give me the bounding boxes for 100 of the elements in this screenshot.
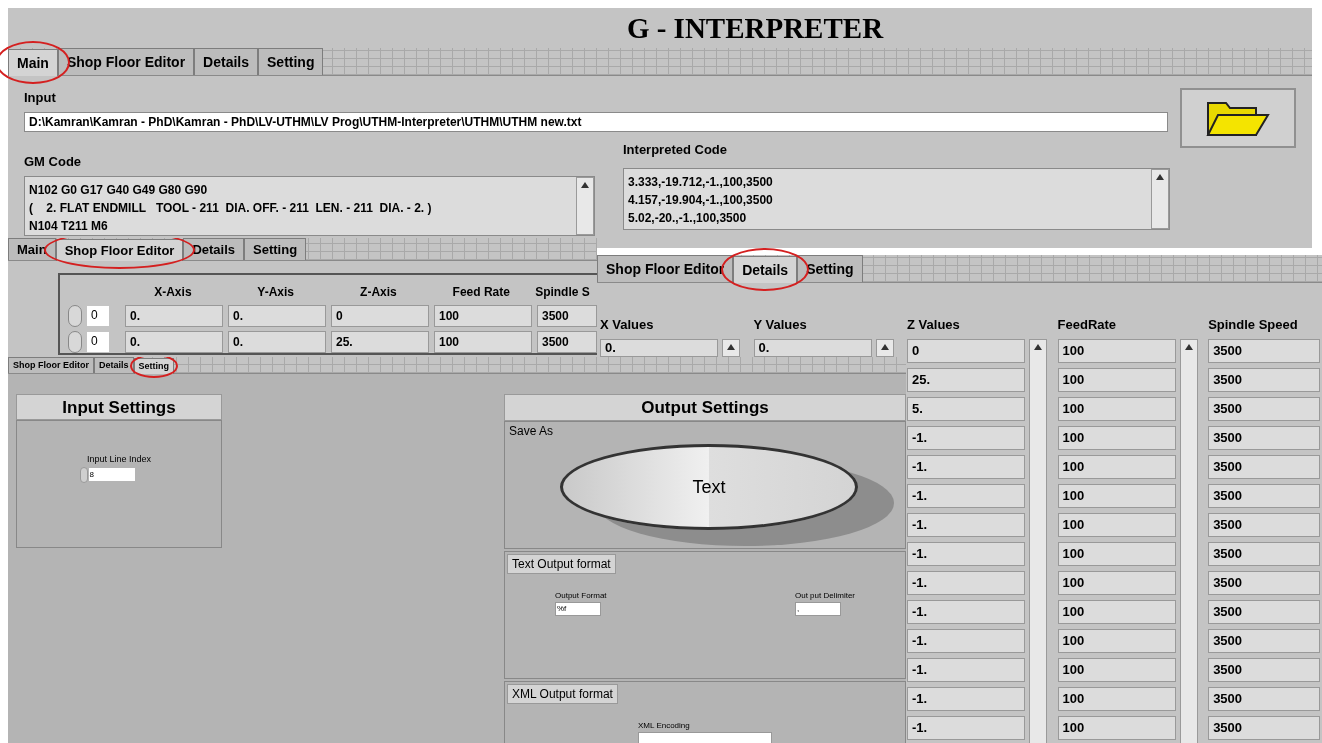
column-header: FeedRate	[1057, 316, 1118, 334]
number-field[interactable]: 8	[88, 468, 135, 481]
scroll-up-icon[interactable]	[581, 181, 589, 188]
tab[interactable]: Setting	[133, 358, 174, 374]
value-cell[interactable]: 100	[1057, 455, 1176, 479]
value-cell[interactable]: 0.	[600, 339, 718, 357]
tab[interactable]: Details	[733, 256, 798, 283]
column-header: X-Axis	[153, 284, 193, 301]
value-cell[interactable]: 100	[1057, 687, 1176, 711]
value-cell[interactable]: 25.	[907, 368, 1026, 392]
table-cell[interactable]: 0	[331, 305, 429, 327]
table-cell[interactable]: 100	[434, 305, 532, 327]
value-cell[interactable]: 100	[1057, 397, 1176, 421]
index-field[interactable]: 0	[87, 306, 109, 326]
value-cell[interactable]: 3500	[1208, 629, 1321, 653]
value-cell[interactable]: 3500	[1208, 542, 1321, 566]
value-cell[interactable]: 0	[907, 339, 1026, 363]
scroll-up-icon[interactable]	[1034, 344, 1043, 350]
value-cell[interactable]: 3500	[1208, 339, 1321, 363]
value-cell[interactable]: 3500	[1208, 368, 1321, 392]
table-cell[interactable]: 0.	[125, 331, 223, 353]
value-cell[interactable]: -1.	[907, 658, 1026, 682]
value-cell[interactable]: -1.	[907, 716, 1026, 740]
text-field[interactable]: %f	[555, 602, 601, 616]
value-cell[interactable]: -1.	[907, 455, 1026, 479]
value-cell[interactable]: 100	[1057, 629, 1176, 653]
table-cell[interactable]: 3500	[537, 331, 597, 353]
tab[interactable]: Setting	[244, 238, 307, 260]
table-cell[interactable]: 3500	[537, 305, 597, 327]
path-field[interactable]: D:\Kamran\Kamran - PhD\Kamran - PhD\LV-UTHM\LV Prog\UTHM-Interpreter\UTHM\UTHM new.txt	[24, 111, 1168, 132]
folder-icon	[1206, 99, 1270, 137]
value-cell[interactable]: 100	[1057, 542, 1176, 566]
value-cell[interactable]: 3500	[1208, 687, 1321, 711]
table-cell[interactable]: 0.	[228, 331, 326, 353]
scrollbar[interactable]	[1029, 339, 1048, 743]
value-cell[interactable]: 3500	[1208, 397, 1321, 421]
section-title: Output Settings	[504, 394, 906, 421]
value-cell[interactable]: -1.	[907, 542, 1026, 566]
value-cell[interactable]: 3500	[1208, 716, 1321, 740]
value-cell[interactable]: 3500	[1208, 426, 1321, 450]
value-cell[interactable]: 3500	[1208, 600, 1321, 624]
code-line: ( 2. FLAT ENDMILL TOOL - 211 DIA. OFF. - 211 LEN. - 211 DIA. - 2. )	[29, 199, 433, 217]
value-cell[interactable]: 100	[1057, 513, 1176, 537]
value-cell[interactable]: 100	[1057, 368, 1176, 392]
column-header: X Values	[600, 316, 655, 334]
table-cell[interactable]: 25.	[331, 331, 429, 353]
value-cell[interactable]: 3500	[1208, 455, 1321, 479]
column-header: Z-Axis	[359, 284, 398, 301]
code-line: 4.157,-19.904,-1.,100,3500	[628, 191, 774, 209]
scroll-up-icon[interactable]	[1156, 173, 1164, 180]
value-cell[interactable]: -1.	[907, 600, 1026, 624]
scroll-up-icon[interactable]	[727, 344, 735, 350]
table-cell[interactable]: 100	[434, 331, 532, 353]
folder-button[interactable]	[1180, 88, 1296, 148]
value-cell[interactable]: 3500	[1208, 571, 1321, 595]
column-header: Spindle S	[535, 284, 591, 301]
value-cell[interactable]: 100	[1057, 716, 1176, 740]
value-cell[interactable]: 3500	[1208, 484, 1321, 508]
table-cell[interactable]: 0.	[125, 305, 223, 327]
value-cell[interactable]: 3500	[1208, 658, 1321, 682]
value-cell[interactable]: -1.	[907, 513, 1026, 537]
tab[interactable]: Shop Floor Editor	[55, 239, 184, 261]
table-cell[interactable]: 0.	[228, 305, 326, 327]
code-line: N102 G0 G17 G40 G49 G80 G90	[29, 181, 209, 199]
value-cell[interactable]: -1.	[907, 426, 1026, 450]
tab[interactable]: Details	[194, 48, 259, 75]
highlight-ring	[129, 357, 178, 378]
value-cell[interactable]: -1.	[907, 629, 1026, 653]
text-field[interactable]: ,	[794, 602, 841, 616]
value-cell[interactable]: 100	[1057, 426, 1176, 450]
field-label: Input Line Index	[86, 453, 152, 466]
value-cell[interactable]: -1.	[907, 484, 1026, 508]
section-title: XML Output format	[507, 684, 618, 704]
code-line: 5.02,-20.,-1.,100,3500	[628, 209, 748, 227]
tab[interactable]: Shop Floor Editor	[8, 357, 94, 373]
column-header: Z Values	[907, 316, 961, 334]
value-cell[interactable]: 100	[1057, 658, 1176, 682]
value-cell[interactable]: 3500	[1208, 513, 1321, 537]
value-cell[interactable]: 100	[1057, 484, 1176, 508]
value-cell[interactable]: 100	[1057, 339, 1176, 363]
tab[interactable]: Setting	[258, 48, 324, 75]
value-cell[interactable]: 5.	[907, 397, 1026, 421]
scrollbar[interactable]	[1179, 339, 1198, 743]
scrollbar[interactable]	[722, 339, 740, 357]
value-cell[interactable]: 0.	[753, 339, 872, 357]
scroll-up-icon[interactable]	[1184, 344, 1193, 350]
value-cell[interactable]: 100	[1057, 571, 1176, 595]
tab[interactable]: Main	[8, 49, 58, 76]
field-label: Output Format	[555, 590, 607, 602]
value-cell[interactable]: -1.	[907, 687, 1026, 711]
scrollbar[interactable]	[576, 176, 594, 235]
index-field[interactable]: 0	[87, 332, 109, 352]
tab[interactable]: Details	[94, 357, 134, 373]
scrollbar[interactable]	[1151, 168, 1169, 229]
tab[interactable]: Setting	[797, 255, 863, 282]
scrollbar[interactable]	[875, 339, 894, 357]
section-title: Text Output format	[507, 554, 616, 574]
scroll-up-icon[interactable]	[880, 344, 889, 350]
value-cell[interactable]: -1.	[907, 571, 1026, 595]
value-cell[interactable]: 100	[1057, 600, 1176, 624]
